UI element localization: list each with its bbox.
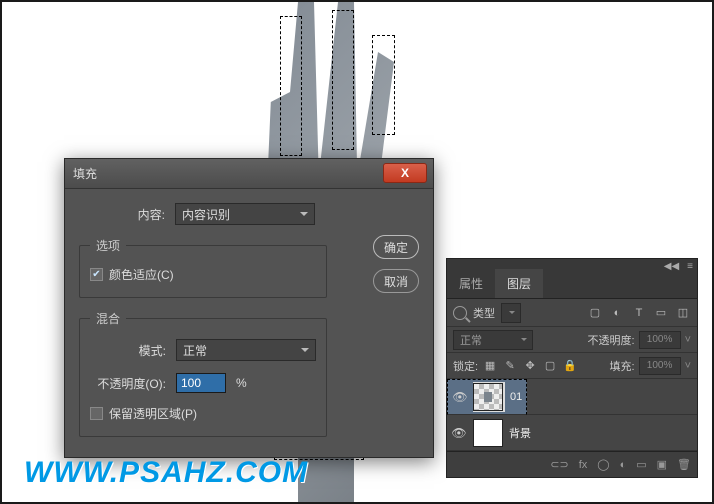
blend-legend: 混合 bbox=[90, 310, 126, 327]
mode-label: 模式: bbox=[90, 342, 176, 359]
layers-panel: ◀◀ ≡ 属性 图层 类型 ▢ ◐ T ▭ ◫ 正常 不透明度: 100% ˅ 锁… bbox=[446, 258, 698, 478]
new-layer-icon[interactable]: ▣ bbox=[657, 458, 667, 471]
adjustment-icon[interactable]: ◐ bbox=[620, 459, 627, 471]
chevron-down-icon[interactable]: ˅ bbox=[685, 334, 691, 346]
opacity-unit: % bbox=[236, 376, 247, 390]
layer-thumbnail[interactable] bbox=[473, 383, 503, 411]
layer-thumbnail[interactable] bbox=[473, 419, 503, 447]
filter-adjust-icon[interactable]: ◐ bbox=[609, 305, 625, 321]
color-adapt-checkbox[interactable]: ✔ 颜色适应(C) bbox=[90, 266, 316, 283]
filter-shape-icon[interactable]: ▭ bbox=[653, 305, 669, 321]
mode-select[interactable]: 正常 bbox=[176, 339, 316, 361]
trash-icon[interactable]: 🗑 bbox=[677, 458, 691, 471]
blend-fieldset: 混合 模式: 正常 不透明度(O): 100 % 保留透明区域(P) bbox=[79, 310, 327, 437]
watermark: WWW.PSAHZ.COM bbox=[24, 456, 308, 490]
filter-text-icon[interactable]: T bbox=[631, 305, 647, 321]
mask-icon[interactable]: ◯ bbox=[597, 458, 609, 471]
chevron-down-icon[interactable]: ˅ bbox=[685, 360, 691, 372]
filter-smart-icon[interactable]: ◫ bbox=[675, 305, 691, 321]
layer-name[interactable]: 01 bbox=[510, 391, 522, 403]
kind-label: 类型 bbox=[473, 305, 495, 321]
layer-name[interactable]: 背景 bbox=[509, 425, 531, 441]
options-fieldset: 选项 ✔ 颜色适应(C) bbox=[79, 237, 327, 298]
close-button[interactable]: X bbox=[383, 163, 427, 183]
menu-icon: ≡ bbox=[687, 261, 693, 272]
preserve-transparency-checkbox[interactable]: 保留透明区域(P) bbox=[90, 405, 316, 422]
lock-brush-icon[interactable]: ✎ bbox=[502, 358, 518, 374]
selection-marquee bbox=[280, 16, 302, 156]
layer-list: 👁 01 👁 01 👁 背景 bbox=[447, 379, 697, 451]
content-label: 内容: bbox=[79, 206, 175, 223]
blend-mode-select[interactable]: 正常 bbox=[453, 330, 533, 350]
visibility-toggle[interactable]: 👁 bbox=[452, 389, 468, 405]
selection-marquee bbox=[372, 35, 395, 135]
lock-move-icon[interactable]: ✥ bbox=[522, 358, 538, 374]
close-icon: X bbox=[401, 166, 409, 180]
layer-opacity-label: 不透明度: bbox=[588, 332, 635, 348]
visibility-toggle[interactable]: 👁 bbox=[451, 425, 467, 441]
layer-opacity-input[interactable]: 100% bbox=[639, 331, 681, 349]
checkbox-checked-icon: ✔ bbox=[90, 268, 103, 281]
cancel-button[interactable]: 取消 bbox=[373, 269, 419, 293]
fx-icon[interactable]: fx bbox=[579, 459, 588, 471]
opacity-label: 不透明度(O): bbox=[90, 375, 176, 392]
layer-filter-bar: 类型 ▢ ◐ T ▭ ◫ bbox=[447, 299, 697, 327]
fill-dialog: 填充 X 内容: 内容识别 确定 取消 选项 ✔ 颜色适应(C) 混合 模式: … bbox=[64, 158, 434, 458]
lock-label: 锁定: bbox=[453, 358, 478, 374]
fill-input[interactable]: 100% bbox=[639, 357, 681, 375]
search-icon bbox=[453, 306, 467, 320]
lock-all-icon[interactable]: 🔒 bbox=[562, 358, 578, 374]
collapse-icon: ◀◀ bbox=[664, 261, 679, 272]
tab-layers[interactable]: 图层 bbox=[495, 269, 543, 298]
content-select[interactable]: 内容识别 bbox=[175, 203, 315, 225]
dialog-titlebar[interactable]: 填充 X bbox=[65, 159, 433, 189]
folder-icon[interactable]: ▭ bbox=[636, 458, 646, 471]
panel-tabs: 属性 图层 bbox=[447, 273, 697, 299]
selection-marquee bbox=[332, 10, 354, 150]
layer-row[interactable]: 👁 背景 bbox=[447, 415, 697, 451]
ok-button[interactable]: 确定 bbox=[373, 235, 419, 259]
opacity-input[interactable]: 100 bbox=[176, 373, 226, 393]
options-legend: 选项 bbox=[90, 237, 126, 254]
lock-pixels-icon[interactable]: ▦ bbox=[482, 358, 498, 374]
lock-artboard-icon[interactable]: ▢ bbox=[542, 358, 558, 374]
layer-row[interactable]: 👁 01 bbox=[447, 379, 697, 415]
tab-properties[interactable]: 属性 bbox=[447, 269, 495, 298]
fill-label: 填充: bbox=[610, 358, 635, 374]
dialog-title: 填充 bbox=[73, 165, 97, 182]
kind-select[interactable] bbox=[501, 303, 521, 323]
filter-pixel-icon[interactable]: ▢ bbox=[587, 305, 603, 321]
checkbox-unchecked-icon bbox=[90, 407, 103, 420]
layers-footer: ⊂⊃ fx ◯ ◐ ▭ ▣ 🗑 bbox=[447, 451, 697, 477]
link-layers-icon[interactable]: ⊂⊃ bbox=[550, 458, 568, 471]
